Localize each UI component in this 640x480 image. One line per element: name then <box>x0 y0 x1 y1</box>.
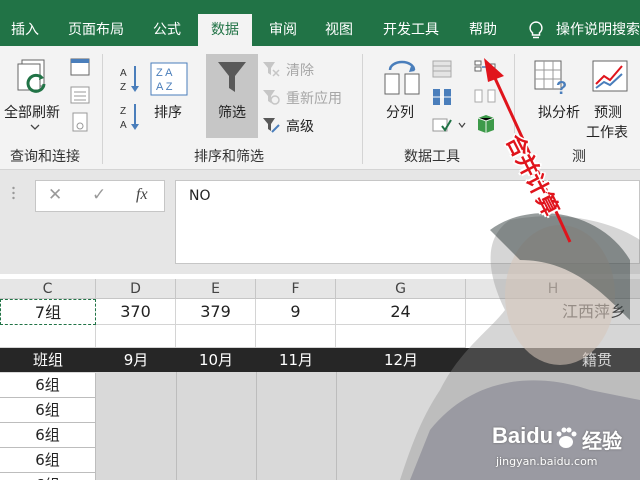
group-cell[interactable]: 6组 <box>0 398 96 423</box>
header-oct[interactable]: 10月 <box>176 348 256 372</box>
column-header-f[interactable]: F <box>256 279 336 299</box>
text-to-columns-button[interactable]: 分列 <box>386 102 414 122</box>
header-nov[interactable]: 11月 <box>256 348 336 372</box>
group-cell[interactable]: 6组 <box>0 373 96 398</box>
filter-label: 筛选 <box>218 105 246 121</box>
svg-text:A: A <box>120 120 127 131</box>
paw-icon <box>556 427 577 448</box>
cell-empty[interactable] <box>0 325 96 348</box>
reapply-icon <box>263 90 280 105</box>
sort-z-a-icon[interactable]: ZA <box>118 102 140 132</box>
reapply-button[interactable]: 重新应用 <box>286 88 342 108</box>
queries-connections-icon[interactable] <box>70 58 90 76</box>
ribbon-tab-bar: 插入 页面布局 公式 数据 审阅 视图 开发工具 帮助 操作说明搜索 <box>0 0 640 46</box>
header-team[interactable]: 班组 <box>0 348 96 372</box>
advanced-filter-icon <box>263 118 280 133</box>
refresh-all-button[interactable]: 全部刷新 <box>4 102 60 122</box>
grid-line <box>336 372 337 480</box>
cell-f[interactable]: 9 <box>256 299 336 325</box>
column-header-c[interactable]: C <box>0 279 96 299</box>
group-cell[interactable]: 6组 <box>0 423 96 448</box>
svg-text:Z: Z <box>120 82 126 93</box>
refresh-all-icon <box>17 59 46 93</box>
tab-page-layout[interactable]: 页面布局 <box>58 14 134 46</box>
sort-button[interactable]: 排序 <box>154 102 182 122</box>
tab-data[interactable]: 数据 <box>198 14 252 46</box>
svg-text:A Z: A Z <box>156 81 173 93</box>
tab-review[interactable]: 审阅 <box>258 14 308 46</box>
formula-value: NO <box>189 188 211 204</box>
baidu-watermark: Baidu 经验 jingyan.baidu.com <box>492 423 632 473</box>
group-separator <box>362 54 363 164</box>
tab-formulas[interactable]: 公式 <box>142 14 192 46</box>
group-cell[interactable]: 6组 <box>0 473 96 480</box>
svg-text:A: A <box>120 68 127 79</box>
forecast-sheet-line2[interactable]: 工作表 <box>586 122 628 142</box>
svg-text:Z: Z <box>120 106 126 117</box>
chevron-down-icon[interactable] <box>30 124 40 130</box>
column-header-d[interactable]: D <box>96 279 176 299</box>
tab-help[interactable]: 帮助 <box>458 14 508 46</box>
advanced-button[interactable]: 高级 <box>286 116 314 136</box>
group-separator <box>102 54 103 164</box>
tab-insert[interactable]: 插入 <box>0 14 50 46</box>
sort-icon: Z A A Z <box>150 62 188 96</box>
filter-funnel-icon <box>218 62 246 92</box>
drag-handle-icon[interactable] <box>12 186 15 200</box>
confirm-entry-button[interactable]: ✓ <box>92 185 106 205</box>
edit-links-icon[interactable] <box>70 112 90 132</box>
forecast-sheet-line1[interactable]: 预测 <box>594 102 622 122</box>
cell-empty[interactable] <box>256 325 336 348</box>
clear-button[interactable]: 清除 <box>286 60 314 80</box>
cell-d[interactable]: 370 <box>96 299 176 325</box>
cell-empty[interactable] <box>176 325 256 348</box>
properties-icon[interactable] <box>70 86 90 104</box>
text-to-columns-icon <box>384 60 420 95</box>
tell-me-search[interactable]: 操作说明搜索 <box>556 14 640 46</box>
forecast-sheet-icon <box>592 60 628 92</box>
remove-duplicates-icon[interactable] <box>432 88 452 106</box>
flash-fill-icon[interactable] <box>432 60 452 78</box>
group-label-sort-filter: 排序和筛选 <box>194 149 264 165</box>
column-header-e[interactable]: E <box>176 279 256 299</box>
header-sep[interactable]: 9月 <box>96 348 176 372</box>
tab-developer[interactable]: 开发工具 <box>372 14 450 46</box>
baidu-logo-text: Baidu <box>492 423 554 448</box>
chevron-down-icon[interactable] <box>458 122 466 128</box>
group-cell[interactable]: 6组 <box>0 448 96 473</box>
insert-function-button[interactable]: fx <box>136 186 148 204</box>
group-label-data-tools: 数据工具 <box>404 149 460 165</box>
grid-line <box>256 372 257 480</box>
cell-c-selected[interactable]: 7组 <box>0 299 96 325</box>
cancel-entry-button[interactable]: ✕ <box>48 185 62 205</box>
cell-empty[interactable] <box>96 325 176 348</box>
clear-filter-icon <box>263 62 280 77</box>
cell-e[interactable]: 379 <box>176 299 256 325</box>
sort-a-z-icon[interactable]: AZ <box>118 64 140 94</box>
svg-text:Z A: Z A <box>156 67 173 79</box>
data-validation-icon[interactable] <box>432 116 452 134</box>
formula-buttons: ✕ ✓ fx <box>35 180 165 212</box>
grid-line <box>176 372 177 480</box>
lightbulb-icon <box>529 21 543 39</box>
watermark-url: jingyan.baidu.com <box>496 455 598 468</box>
tab-view[interactable]: 视图 <box>314 14 364 46</box>
group-label-query-connections: 查询和连接 <box>10 149 80 165</box>
jingyan-text: 经验 <box>582 429 622 453</box>
